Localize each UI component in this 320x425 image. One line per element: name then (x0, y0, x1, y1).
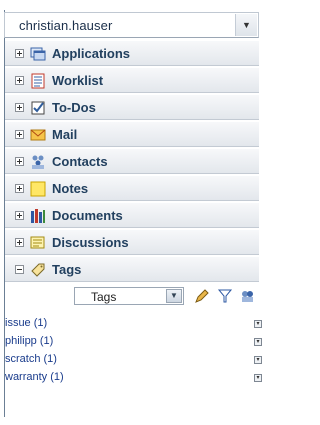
tags-filter-select[interactable]: Tags ▼ (74, 287, 184, 305)
expand-icon[interactable] (15, 184, 24, 193)
accordion-tags[interactable]: Tags (5, 256, 259, 282)
tag-icon (31, 263, 45, 277)
tag-menu-icon[interactable]: ▾ (254, 374, 262, 382)
expand-icon[interactable] (15, 157, 24, 166)
chevron-down-icon[interactable]: ▼ (235, 14, 257, 36)
tag-menu-icon[interactable]: ▾ (254, 320, 262, 328)
tag-link[interactable]: philipp (1) (5, 335, 53, 349)
tag-link[interactable]: issue (1) (5, 317, 47, 331)
documents-icon (31, 209, 45, 223)
accordion-label: Discussions (52, 235, 129, 250)
accordion-label: Documents (52, 208, 123, 223)
filter-icon[interactable] (217, 288, 233, 304)
accordion-label: To-Dos (52, 100, 96, 115)
contacts-icon (32, 155, 44, 169)
worklist-icon (31, 73, 45, 89)
user-selector[interactable]: christian.hauser ▼ (4, 12, 259, 38)
accordion-applications[interactable]: Applications (5, 40, 259, 66)
tag-link[interactable]: warranty (1) (5, 371, 64, 385)
accordion-label: Contacts (52, 154, 108, 169)
chevron-down-icon[interactable]: ▼ (166, 289, 182, 303)
tag-link[interactable]: scratch (1) (5, 353, 57, 367)
expand-icon[interactable] (15, 238, 24, 247)
tags-select-value: Tags (91, 290, 117, 304)
expand-icon[interactable] (15, 130, 24, 139)
accordion-todos[interactable]: To-Dos (5, 94, 259, 120)
accordion-discussions[interactable]: Discussions (5, 229, 259, 255)
accordion-contacts[interactable]: Contacts (5, 148, 259, 174)
accordion-worklist[interactable]: Worklist (5, 67, 259, 93)
accordion-notes[interactable]: Notes (5, 175, 259, 201)
expand-icon[interactable] (15, 76, 24, 85)
collapse-icon[interactable] (15, 265, 24, 274)
discussions-icon (30, 236, 45, 249)
expand-icon[interactable] (15, 103, 24, 112)
accordion-documents[interactable]: Documents (5, 202, 259, 228)
refresh-icon[interactable] (239, 288, 255, 304)
accordion-mail[interactable]: Mail (5, 121, 259, 147)
pencil-icon[interactable] (194, 288, 210, 304)
notes-icon (30, 181, 46, 197)
navigation-panel: christian.hauser ▼ Applications Worklist (0, 0, 263, 425)
accordion-label: Worklist (52, 73, 104, 88)
todo-icon (31, 101, 45, 115)
tag-menu-icon[interactable]: ▾ (254, 338, 262, 346)
expand-icon[interactable] (15, 49, 24, 58)
accordion-label: Tags (52, 262, 82, 277)
applications-icon (30, 47, 46, 61)
tag-menu-icon[interactable]: ▾ (254, 356, 262, 364)
accordion-label: Mail (52, 127, 78, 142)
expand-icon[interactable] (15, 211, 24, 220)
mail-icon (30, 129, 46, 141)
user-name: christian.hauser (19, 18, 113, 33)
accordion-label: Applications (52, 46, 131, 61)
accordion-label: Notes (52, 181, 89, 196)
